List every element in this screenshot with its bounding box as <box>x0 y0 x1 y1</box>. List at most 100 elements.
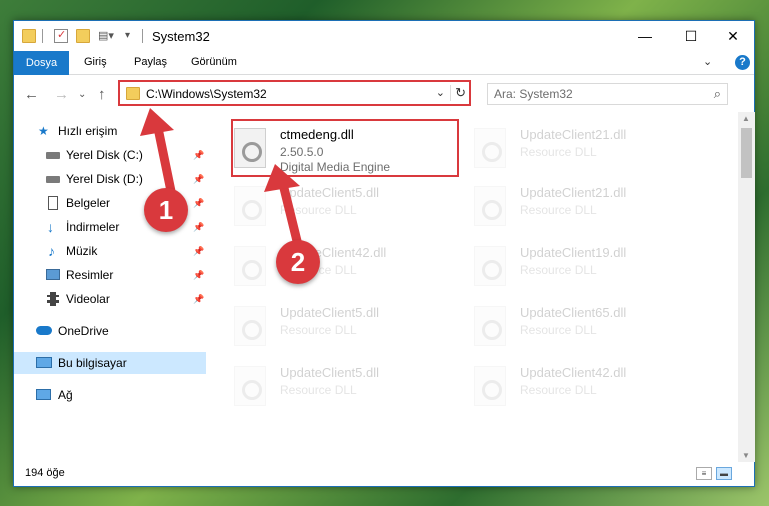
pictures-icon <box>46 269 60 280</box>
scroll-up-icon[interactable]: ▲ <box>742 114 750 123</box>
chevron-down-icon[interactable]: ⌄ <box>436 86 445 99</box>
file-name: UpdateClient21.dll <box>520 185 627 200</box>
search-input[interactable]: Ara: System32 ⌕ <box>487 83 728 105</box>
download-icon: ↓ <box>47 219 54 235</box>
help-icon[interactable]: ? <box>735 55 750 70</box>
file-item[interactable]: UpdateClient19.dll Resource DLL <box>448 238 668 294</box>
music-icon: ♪ <box>48 243 55 259</box>
back-arrow-icon[interactable]: ← <box>24 86 39 103</box>
sidebar-item-local-disk-c[interactable]: Yerel Disk (C:) 📌 <box>14 144 206 166</box>
divider <box>42 29 43 43</box>
address-bar[interactable]: C:\Windows\System32 ⌄ ↻ <box>118 80 471 106</box>
sidebar-item-music[interactable]: ♪ Müzik 📌 <box>14 240 206 262</box>
vertical-scrollbar[interactable]: ▲ ▼ <box>738 112 755 462</box>
minimize-button[interactable]: — <box>622 21 668 51</box>
pin-icon[interactable]: 📌 <box>193 246 204 257</box>
dll-file-icon <box>474 306 506 346</box>
sidebar-item-label: Resimler <box>66 268 114 282</box>
file-name: UpdateClient19.dll <box>520 245 627 260</box>
sidebar-item-label: OneDrive <box>58 324 109 338</box>
refresh-icon[interactable]: ↻ <box>450 85 466 101</box>
pin-icon[interactable]: 📌 <box>193 270 204 281</box>
sidebar-item-label: Belgeler <box>66 196 111 210</box>
scroll-down-icon[interactable]: ▼ <box>742 451 750 460</box>
sidebar-item-local-disk-d[interactable]: Yerel Disk (D:) 📌 <box>14 168 206 190</box>
sidebar-item-onedrive[interactable]: OneDrive <box>14 320 206 342</box>
explorer-window: ✓ ▤▾ ▾ System32 — ☐ ✕ Dosya Giriş Paylaş… <box>13 20 755 487</box>
sidebar-item-label: Ağ <box>58 388 73 402</box>
file-item[interactable]: UpdateClient21.dll Resource DLL <box>448 178 668 234</box>
divider <box>142 29 143 43</box>
pin-icon[interactable]: 📌 <box>193 198 204 209</box>
sidebar-item-this-pc[interactable]: Bu bilgisayar <box>14 352 206 374</box>
tab-view[interactable]: Görünüm <box>191 56 237 68</box>
pin-icon[interactable]: 📌 <box>193 174 204 185</box>
address-path[interactable]: C:\Windows\System32 <box>146 87 267 101</box>
computer-icon <box>36 357 52 368</box>
title-bar: ✓ ▤▾ ▾ System32 — ☐ ✕ <box>14 21 754 51</box>
folder-icon <box>22 29 36 43</box>
pin-icon[interactable]: 📌 <box>193 150 204 161</box>
sidebar-item-videos[interactable]: Videolar 📌 <box>14 288 206 310</box>
file-item[interactable]: UpdateClient65.dll Resource DLL <box>448 298 668 354</box>
sidebar-item-network[interactable]: Ağ <box>14 384 206 406</box>
close-button[interactable]: ✕ <box>710 21 756 51</box>
properties-icon[interactable]: ✓ <box>54 29 68 43</box>
tab-share[interactable]: Paylaş <box>134 56 167 68</box>
expand-ribbon-icon[interactable]: ⌄ <box>703 55 712 68</box>
tab-home[interactable]: Giriş <box>84 56 107 68</box>
file-name: UpdateClient5.dll <box>280 185 380 200</box>
highlight-box <box>231 119 459 177</box>
status-bar: 194 öğe ≡ ▬ <box>14 462 754 486</box>
file-name: UpdateClient42.dll <box>520 365 627 380</box>
dll-file-icon <box>474 186 506 226</box>
search-icon[interactable]: ⌕ <box>714 86 721 102</box>
file-item[interactable]: UpdateClient5.dll Resource DLL <box>208 178 428 234</box>
item-count: 194 öğe <box>25 467 65 479</box>
file-type: Resource DLL <box>280 323 357 337</box>
address-row: ← → ⌄ ↑ C:\Windows\System32 ⌄ ↻ Ara: Sys… <box>14 76 754 112</box>
up-arrow-icon[interactable]: ↑ <box>98 86 106 103</box>
star-icon: ★ <box>38 124 49 138</box>
new-folder-icon[interactable] <box>76 29 90 43</box>
maximize-button[interactable]: ☐ <box>668 21 714 51</box>
file-type: Resource DLL <box>280 383 357 397</box>
forward-arrow-icon[interactable]: → <box>54 86 69 103</box>
sidebar-item-label: İndirmeler <box>66 220 120 234</box>
dll-file-icon <box>234 246 266 286</box>
file-type: Resource DLL <box>520 263 597 277</box>
navigation-pane: ★ Hızlı erişim Yerel Disk (C:) 📌 Yerel D… <box>14 112 208 462</box>
sidebar-item-label: Videolar <box>66 292 110 306</box>
file-item[interactable]: UpdateClient21.dll Resource DLL <box>448 120 668 176</box>
documents-icon <box>48 196 58 210</box>
file-item[interactable]: UpdateClient42.dll Resource DLL <box>448 358 668 414</box>
dll-file-icon <box>474 128 506 168</box>
pin-icon[interactable]: 📌 <box>193 294 204 305</box>
dll-file-icon <box>234 306 266 346</box>
pin-icon[interactable]: 📌 <box>193 222 204 233</box>
sidebar-item-pictures[interactable]: Resimler 📌 <box>14 264 206 286</box>
details-view-icon[interactable]: ≡ <box>696 467 712 480</box>
file-type: Resource DLL <box>280 203 357 217</box>
folder-icon <box>126 87 140 100</box>
customize-toolbar-icon[interactable]: ▤▾ <box>98 29 114 43</box>
tiles-view-icon[interactable]: ▬ <box>716 467 732 480</box>
recent-locations-icon[interactable]: ⌄ <box>78 89 86 100</box>
tab-file[interactable]: Dosya <box>14 51 69 75</box>
dll-file-icon <box>234 186 266 226</box>
file-type: Resource DLL <box>520 323 597 337</box>
quick-access-dropdown-icon[interactable]: ▾ <box>125 29 139 43</box>
sidebar-item-label: Müzik <box>66 244 98 258</box>
callout-step-1: 1 <box>144 188 188 232</box>
network-icon <box>36 389 51 400</box>
file-item[interactable]: UpdateClient5.dll Resource DLL <box>208 298 428 354</box>
window-title: System32 <box>152 29 210 44</box>
sidebar-item-quick-access[interactable]: ★ Hızlı erişim <box>14 120 206 142</box>
scrollbar-thumb[interactable] <box>741 128 752 178</box>
sidebar-item-label: Yerel Disk (D:) <box>66 172 143 186</box>
file-type: Resource DLL <box>520 203 597 217</box>
sidebar-item-label: Bu bilgisayar <box>58 356 127 370</box>
file-name: UpdateClient21.dll <box>520 127 627 142</box>
file-type: Resource DLL <box>520 145 597 159</box>
file-item[interactable]: UpdateClient5.dll Resource DLL <box>208 358 428 414</box>
